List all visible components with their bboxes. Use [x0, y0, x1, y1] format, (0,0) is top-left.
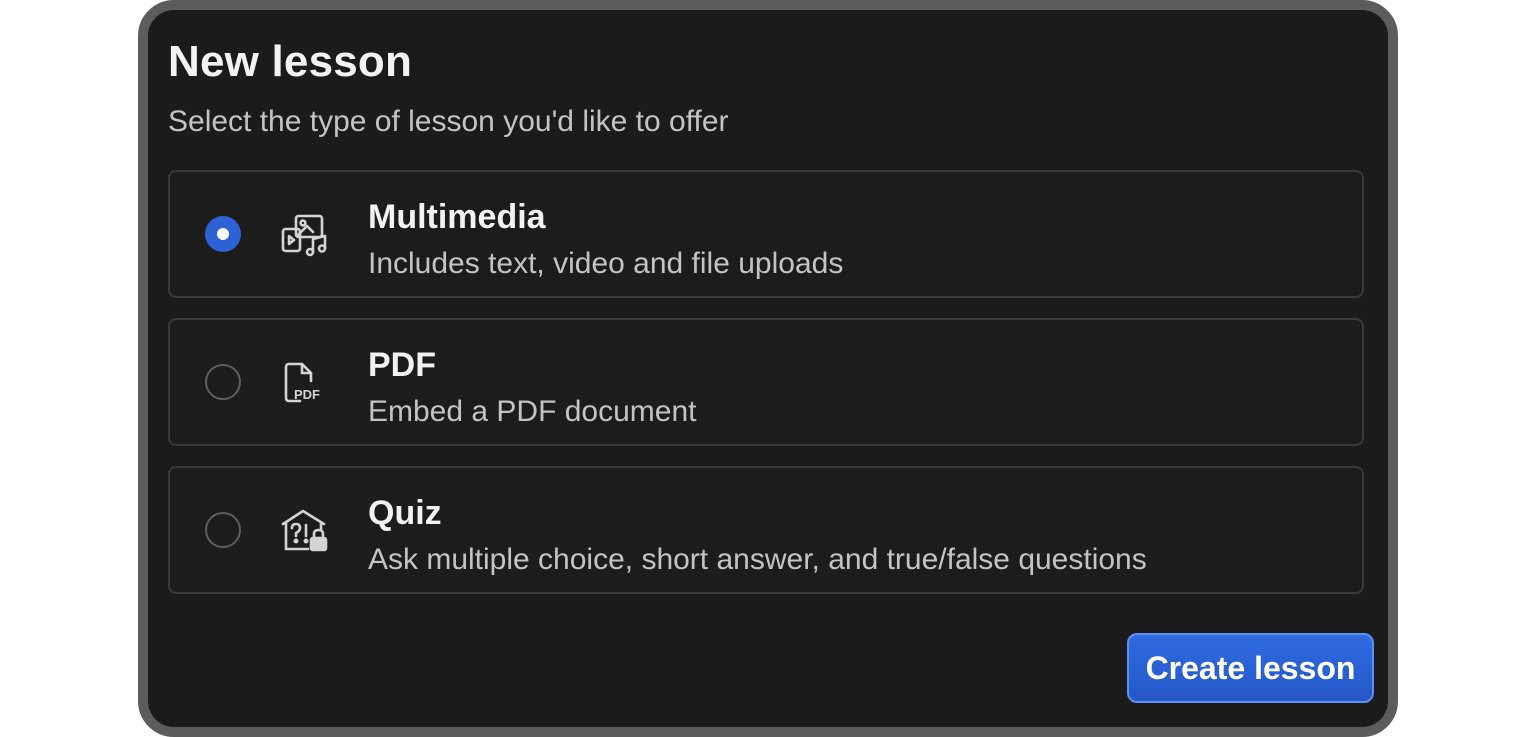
quiz-radio[interactable] [205, 512, 241, 548]
lesson-type-option-multimedia[interactable]: Multimedia Includes text, video and file… [168, 170, 1364, 298]
pdf-document-icon: PDF [280, 358, 330, 408]
lesson-type-option-pdf[interactable]: PDF PDF Embed a PDF document [168, 318, 1364, 446]
option-description-pdf: Embed a PDF document [368, 395, 697, 428]
pdf-radio[interactable] [205, 364, 241, 400]
option-title-pdf: PDF [368, 346, 436, 384]
multimedia-radio[interactable] [205, 216, 241, 252]
create-lesson-button[interactable]: Create lesson [1127, 633, 1374, 703]
dialog-subtitle: Select the type of lesson you'd like to … [168, 105, 729, 138]
option-description-multimedia: Includes text, video and file uploads [368, 247, 844, 280]
dialog-title: New lesson [168, 37, 413, 86]
new-lesson-dialog: New lesson Select the type of lesson you… [138, 0, 1398, 737]
option-title-multimedia: Multimedia [368, 198, 546, 236]
lesson-type-option-quiz[interactable]: Quiz Ask multiple choice, short answer, … [168, 466, 1364, 594]
multimedia-icon [280, 210, 330, 260]
svg-text:PDF: PDF [294, 387, 320, 402]
option-description-quiz: Ask multiple choice, short answer, and t… [368, 543, 1147, 576]
quiz-icon [280, 506, 330, 556]
option-title-quiz: Quiz [368, 494, 442, 532]
